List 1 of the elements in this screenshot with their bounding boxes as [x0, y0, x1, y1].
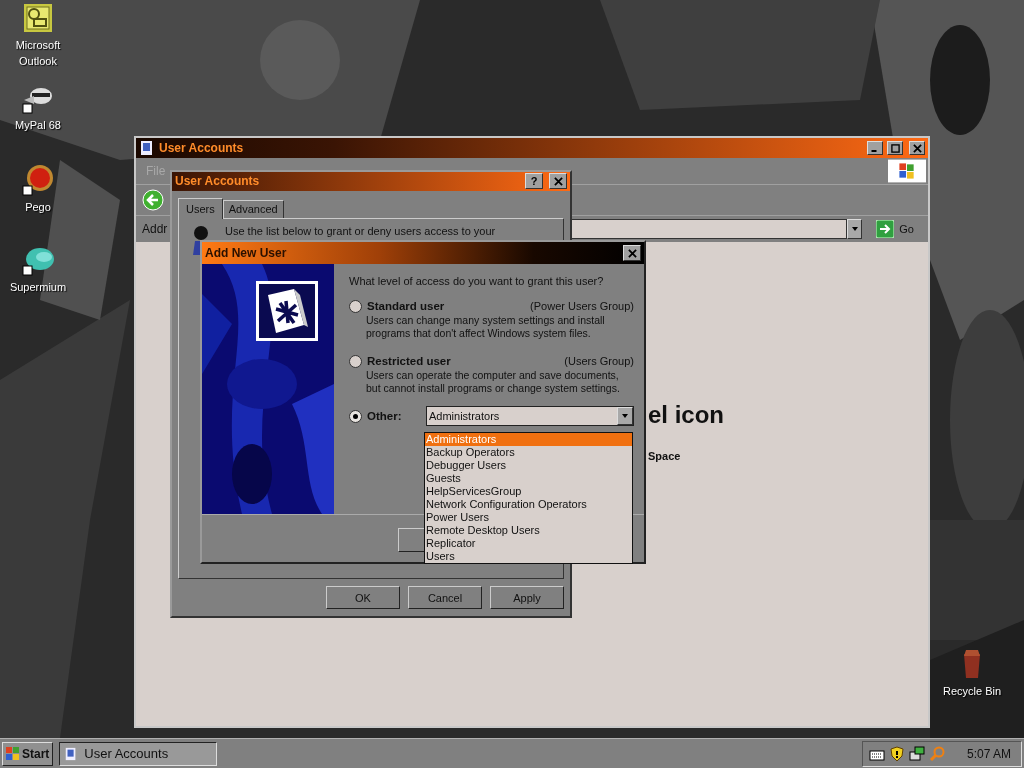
clock: 5:07 AM [966, 746, 1011, 761]
